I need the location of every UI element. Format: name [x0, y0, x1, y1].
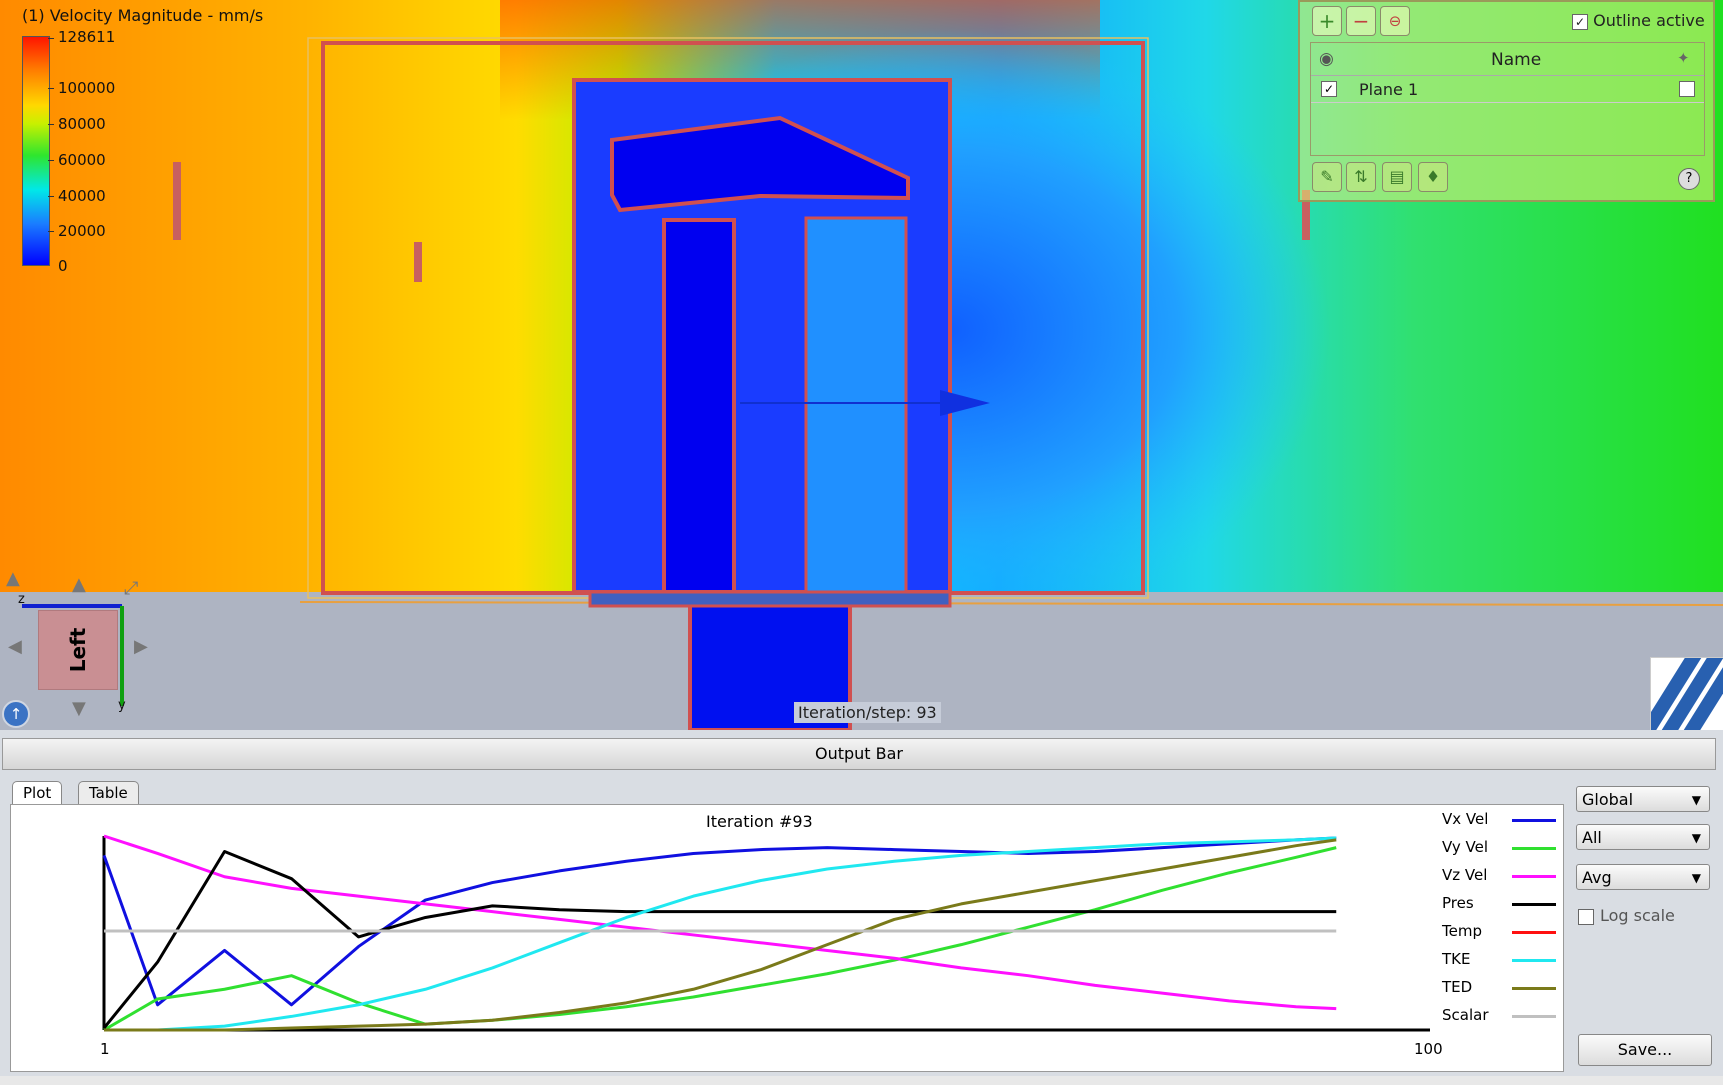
series-line-vx-vel [102, 836, 1337, 1007]
status-strip [0, 1076, 1723, 1085]
log-scale-checkbox[interactable] [1578, 908, 1594, 925]
filter-dropdown[interactable]: All ▼ [1576, 824, 1710, 850]
legend-item: Vy Vel [1442, 838, 1562, 858]
chevron-down-icon: ▼ [1691, 793, 1701, 807]
legend-item: Vx Vel [1442, 810, 1562, 830]
scope-dropdown[interactable]: Global ▼ [1576, 786, 1710, 812]
log-scale-option[interactable]: Log scale [1578, 906, 1675, 925]
legend-item: TKE [1442, 950, 1562, 970]
legend-swatch [1512, 819, 1556, 822]
legend-swatch [1512, 959, 1556, 962]
statistic-dropdown[interactable]: Avg ▼ [1576, 864, 1710, 890]
legend-item: Temp [1442, 922, 1562, 942]
legend-swatch [1512, 987, 1556, 990]
legend-label: Pres [1442, 894, 1474, 912]
chevron-down-icon: ▼ [1691, 831, 1701, 845]
log-scale-label: Log scale [1600, 906, 1675, 925]
legend-swatch [1512, 847, 1556, 850]
legend-swatch [1512, 1015, 1556, 1018]
legend-swatch [1512, 903, 1556, 906]
x-tick-label: 1 [100, 1040, 110, 1058]
save-button[interactable]: Save... [1578, 1034, 1712, 1066]
legend-label: Vx Vel [1442, 810, 1489, 828]
legend-label: Scalar [1442, 1006, 1489, 1024]
legend-label: Temp [1442, 922, 1482, 940]
legend-label: Vz Vel [1442, 866, 1488, 884]
legend-label: Vy Vel [1442, 838, 1488, 856]
legend-item: Vz Vel [1442, 866, 1562, 886]
legend-item: Pres [1442, 894, 1562, 914]
x-tick-label: 100 [1414, 1040, 1443, 1058]
scope-dropdown-value: Global [1582, 790, 1634, 809]
chevron-down-icon: ▼ [1691, 871, 1701, 885]
statistic-dropdown-value: Avg [1582, 868, 1612, 887]
legend-label: TED [1442, 978, 1473, 996]
legend-swatch [1512, 875, 1556, 878]
legend-item: TED [1442, 978, 1562, 998]
legend-label: TKE [1442, 950, 1471, 968]
legend-swatch [1512, 931, 1556, 934]
legend-item: Scalar [1442, 1006, 1562, 1026]
filter-dropdown-value: All [1582, 828, 1602, 847]
